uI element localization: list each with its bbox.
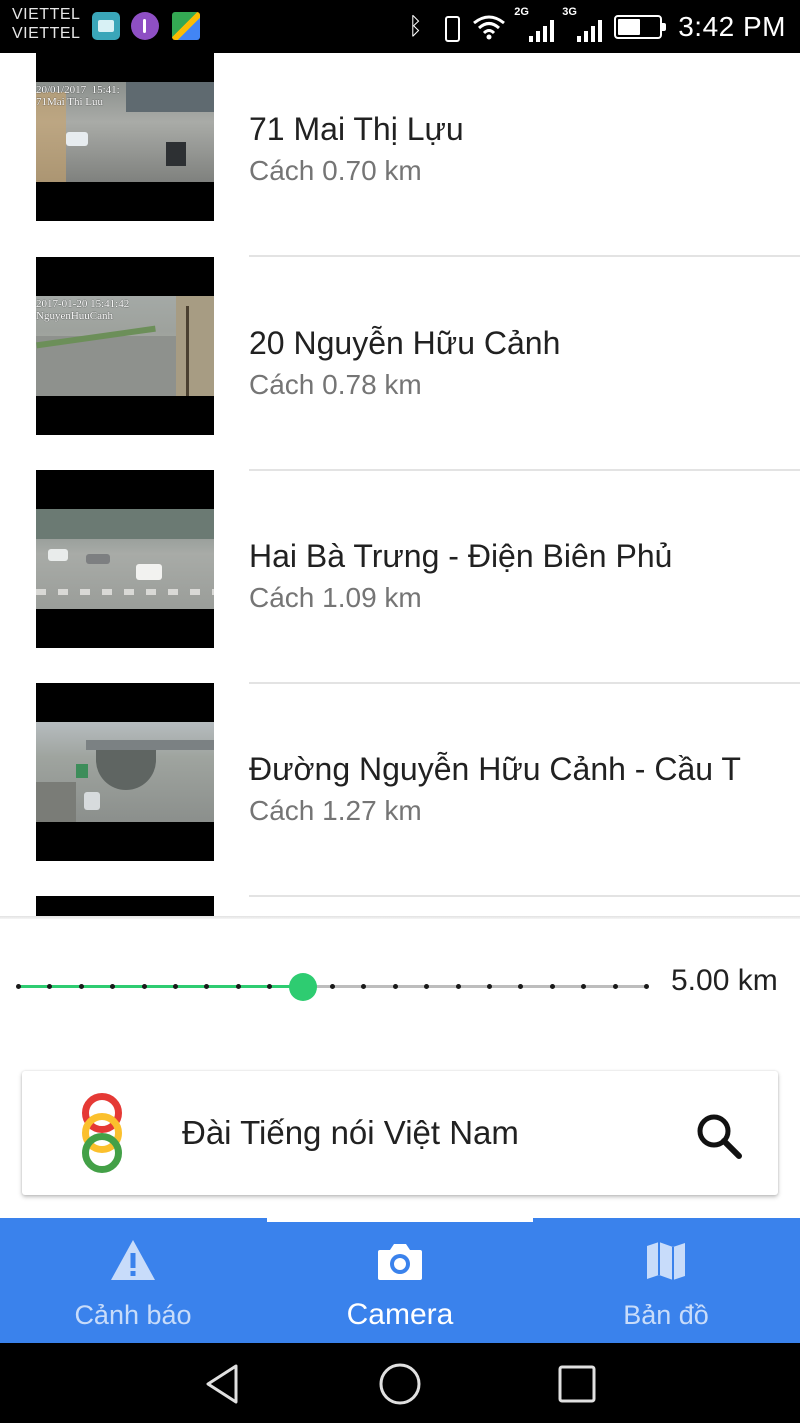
camera-title: Đường Nguyễn Hữu Cảnh - Cầu T [249, 751, 741, 787]
warning-icon [111, 1240, 155, 1280]
carrier-2: VIETTEL [12, 25, 81, 42]
slider-tick [16, 984, 21, 989]
status-bar: VIETTEL VIETTEL 2G 3G 3:42 PM [0, 0, 800, 53]
camera-thumbnail[interactable]: 20/01/2017 15:41: 71Mai Thi Luu [36, 53, 214, 221]
tab-label: Camera [346, 1298, 454, 1331]
camera-list-item[interactable]: 2017-01-20 15:41:42 NguyenHuuCanh 20 Ngu… [0, 233, 800, 471]
camera-snapshot: 20/01/2017 15:41: 71Mai Thi Luu [36, 82, 214, 182]
carrier-names: VIETTEL VIETTEL [12, 5, 80, 43]
carrier-1: VIETTEL [12, 6, 81, 23]
slider-tick [518, 984, 524, 989]
wifi-icon [472, 14, 506, 40]
back-icon[interactable] [200, 1361, 246, 1407]
recents-icon[interactable] [554, 1361, 600, 1407]
tab-camera[interactable]: Camera [267, 1218, 533, 1343]
camera-timestamp: 20/01/2017 15:41: 71Mai Thi Luu [36, 84, 120, 108]
camera-list-item[interactable]: Đường Nguyễn Hữu Cảnh - Cầu T Cách 1.27 … [0, 659, 800, 897]
slider-tick [204, 984, 210, 989]
camera-thumbnail[interactable] [36, 470, 214, 648]
traffic-light-logo-icon [80, 1093, 126, 1175]
signal-icon-sim1: 2G [514, 6, 555, 44]
slider-tick [141, 984, 147, 989]
map-icon [647, 1242, 685, 1280]
camera-distance: Cách 1.27 km [249, 795, 422, 826]
camera-thumbnail[interactable]: 2017-01-20 15:41:42 NguyenHuuCanh [36, 257, 214, 435]
battery-icon [614, 15, 667, 39]
camera-list-item[interactable]: Hai Bà Trưng - Điện Biên Phủ Cách 1.09 k… [0, 446, 800, 684]
camera-thumbnail[interactable] [36, 683, 214, 861]
slider-tick [644, 984, 649, 989]
status-icons: 2G 3G 3:42 PM [404, 6, 786, 46]
slider-tick [47, 984, 53, 989]
tab-label: Cảnh báo [74, 1300, 192, 1330]
slider-tick [392, 984, 398, 989]
vibrate-icon [438, 14, 464, 42]
slider-tick [581, 984, 587, 989]
slider-tick [267, 984, 273, 989]
network-type-1: 2G [514, 6, 529, 18]
camera-distance: Cách 0.78 km [249, 369, 422, 400]
search-bar[interactable]: Đài Tiếng nói Việt Nam [22, 1071, 778, 1195]
gallery-icon [92, 12, 120, 40]
camera-title: 71 Mai Thị Lựu [249, 111, 464, 147]
slider-tick [110, 984, 116, 989]
slider-thumb[interactable] [289, 973, 318, 1001]
camera-distance: Cách 1.09 km [249, 582, 422, 613]
tab-ban-do[interactable]: Bản đồ [533, 1218, 799, 1343]
camera-title: Hai Bà Trưng - Điện Biên Phủ [249, 538, 673, 574]
camera-list-item[interactable]: 20/01/2017 15:41: 71Mai Thi Luu 71 Mai T… [0, 53, 800, 257]
bluetooth-icon [404, 12, 430, 40]
camera-snapshot [36, 509, 214, 609]
panel-divider [0, 916, 800, 919]
slider-tick [235, 984, 241, 989]
slider-tick [549, 984, 555, 989]
slider-tick [487, 984, 492, 989]
network-type-2: 3G [562, 6, 577, 18]
maps-icon [172, 12, 200, 40]
camera-distance: Cách 0.70 km [249, 155, 422, 186]
slider-tick [455, 984, 461, 989]
signal-icon-sim2: 3G [562, 6, 603, 44]
slider-tick [173, 984, 178, 989]
slider-tick [361, 984, 367, 989]
camera-icon [378, 1244, 422, 1280]
tab-label: Bản đồ [623, 1300, 709, 1330]
home-icon[interactable] [377, 1361, 423, 1407]
search-location-text[interactable]: Đài Tiếng nói Việt Nam [182, 1114, 519, 1152]
slider-tick [424, 984, 430, 989]
tab-canh-bao[interactable]: Cảnh báo [0, 1218, 266, 1343]
slider-tick [330, 984, 335, 989]
radius-slider[interactable] [16, 972, 649, 1002]
system-navigation-bar [0, 1343, 800, 1423]
camera-list-item[interactable] [0, 872, 800, 919]
status-time: 3:42 PM [678, 11, 786, 42]
slider-fill [18, 985, 304, 988]
bottom-navigation: Cảnh báo Camera Bản đồ [0, 1218, 800, 1343]
slider-tick [78, 984, 84, 989]
camera-title: 20 Nguyễn Hữu Cảnh [249, 325, 561, 361]
radius-value: 5.00 km [671, 964, 778, 997]
camera-snapshot [36, 722, 214, 822]
search-icon[interactable] [694, 1111, 744, 1161]
slider-tick [612, 984, 618, 989]
camera-snapshot: 2017-01-20 15:41:42 NguyenHuuCanh [36, 296, 214, 396]
viber-icon [131, 12, 159, 40]
camera-list[interactable]: 20/01/2017 15:41: 71Mai Thi Luu 71 Mai T… [0, 53, 800, 919]
camera-timestamp: 2017-01-20 15:41:42 NguyenHuuCanh [36, 298, 130, 322]
